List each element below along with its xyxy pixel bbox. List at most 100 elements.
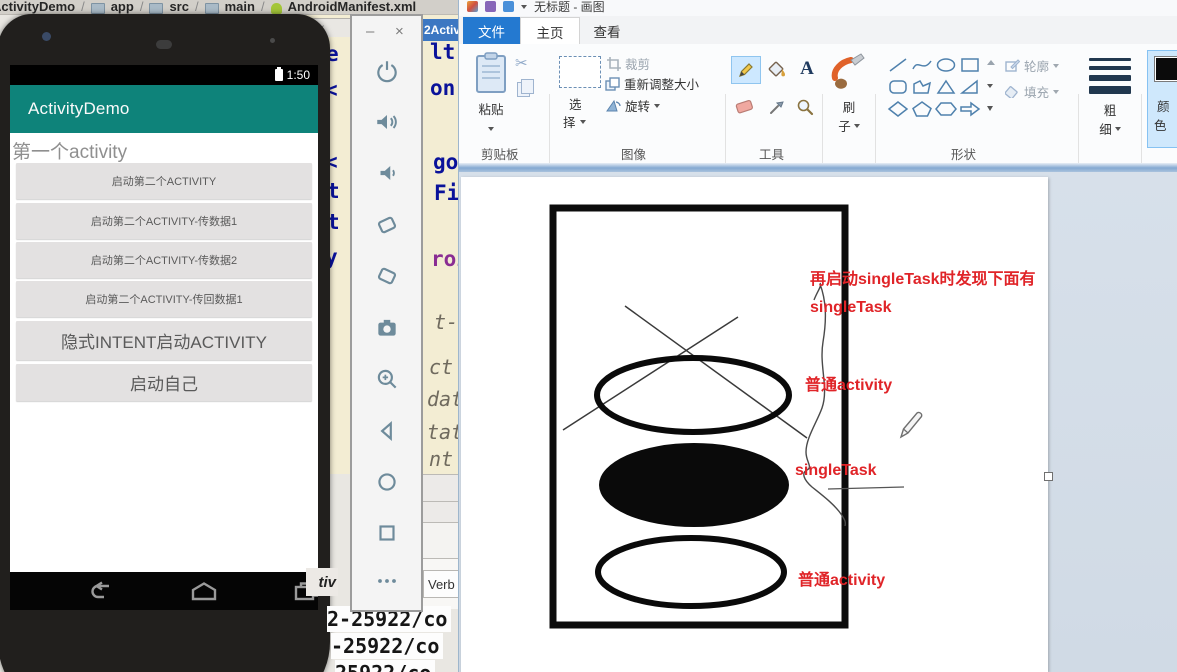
logcat-tab-fragment[interactable]: tiv <box>306 568 338 596</box>
copy-icon[interactable] <box>517 79 534 97</box>
minimize-button[interactable]: – <box>366 24 374 39</box>
rotate-button[interactable]: 旋转 <box>606 96 661 115</box>
power-icon[interactable] <box>374 58 400 84</box>
shape-ellipse-icon[interactable] <box>935 56 957 74</box>
cut-icon[interactable]: ✂ <box>515 54 528 72</box>
nav-back-icon[interactable] <box>87 581 115 601</box>
annotation-label-mid: singleTask <box>795 462 877 479</box>
home-icon[interactable] <box>374 469 400 495</box>
eraser-tool-button[interactable] <box>731 94 759 120</box>
annotation-note-line2: singleTask <box>810 299 892 316</box>
quick-access-dropdown-icon[interactable] <box>521 5 527 9</box>
zoom-icon[interactable] <box>374 366 400 392</box>
tab-label: 文件 <box>478 24 505 40</box>
shapes-more-icon[interactable] <box>987 106 993 111</box>
shape-triangle-icon[interactable] <box>935 78 957 96</box>
start-second-activity-data1-button[interactable]: 启动第二个ACTIVITY-传数据1 <box>16 203 312 239</box>
shape-diamond-icon[interactable] <box>887 100 909 118</box>
nav-home-icon[interactable] <box>190 581 218 601</box>
breadcrumb[interactable]: ActivityDemo / app / src / main / Androi… <box>0 0 458 15</box>
breadcrumb-separator: / <box>260 0 265 14</box>
folder-icon <box>90 3 105 14</box>
select-dropdown-icon[interactable] <box>580 120 586 124</box>
fill-tool-button[interactable] <box>763 56 791 82</box>
shape-line-icon[interactable] <box>887 56 909 74</box>
text-tool-label: A <box>800 58 814 79</box>
brush-icon <box>831 53 865 89</box>
crop-button[interactable]: 裁剪 <box>607 54 650 73</box>
drawn-pointer-line <box>827 486 905 490</box>
status-time: 1:50 <box>286 68 310 82</box>
implicit-intent-button[interactable]: 隐式INTENT启动ACTIVITY <box>16 321 312 360</box>
android-nav-bar <box>10 572 318 610</box>
app-action-bar: ActivityDemo <box>10 85 318 133</box>
overview-icon[interactable] <box>374 520 400 546</box>
breadcrumb-separator: / <box>194 0 199 14</box>
shape-rounded-rectangle-icon[interactable] <box>887 78 909 96</box>
breadcrumb-main[interactable]: main <box>225 0 255 14</box>
shapes-scroll-down-icon[interactable] <box>987 84 993 88</box>
shape-arrow-icon[interactable] <box>959 100 981 118</box>
color1-label-line2: 色 <box>1154 119 1167 133</box>
breadcrumb-separator: / <box>81 0 85 14</box>
shape-pentagon-icon[interactable] <box>911 100 933 118</box>
shape-right-triangle-icon[interactable] <box>959 78 981 96</box>
start-self-button[interactable]: 启动自己 <box>16 364 312 401</box>
breadcrumb-app[interactable]: app <box>111 0 134 14</box>
shape-rectangle-icon[interactable] <box>959 56 981 74</box>
color-picker-tool-button[interactable] <box>763 94 791 120</box>
phone-screen[interactable]: 1:50 ActivityDemo 第一个activity 启动第二个ACTIV… <box>10 65 318 610</box>
undo-icon[interactable] <box>503 1 514 12</box>
tab-home[interactable]: 主页 <box>520 17 580 45</box>
size-dropdown-icon[interactable] <box>1114 126 1121 131</box>
outline-button[interactable]: 轮廓 <box>1005 56 1060 75</box>
paste-button[interactable]: 粘贴 <box>469 52 513 142</box>
text-tool-button[interactable]: A <box>793 56 821 82</box>
start-second-activity-button[interactable]: 启动第二个ACTIVITY <box>16 163 312 199</box>
paint-window-title: 无标题 - 画图 <box>534 0 605 14</box>
shape-curve-icon[interactable] <box>911 56 933 74</box>
color1-label-line1: 颜 <box>1157 100 1170 114</box>
magnifier-tool-button[interactable] <box>791 94 819 120</box>
resize-button[interactable]: 重新调整大小 <box>605 74 699 93</box>
rotate-right-icon[interactable] <box>374 263 400 289</box>
filter-label-fragment: Verb <box>428 576 455 592</box>
breadcrumb-separator: / <box>139 0 144 14</box>
rotate-icon <box>606 99 621 112</box>
select-button[interactable] <box>559 56 601 88</box>
paint-title-bar[interactable]: 无标题 - 画图 <box>459 0 1177 16</box>
volume-up-icon[interactable] <box>374 109 400 135</box>
color1-button[interactable]: 颜 色 <box>1147 50 1177 148</box>
breadcrumb-manifest[interactable]: AndroidManifest.xml <box>288 0 417 14</box>
breadcrumb-src[interactable]: src <box>169 0 189 14</box>
outline-dropdown-icon[interactable] <box>1053 63 1060 68</box>
shapes-scroll-up-icon[interactable] <box>987 60 995 65</box>
tab-file[interactable]: 文件 <box>463 17 520 44</box>
brush-dropdown-icon[interactable] <box>853 123 860 128</box>
outline-icon <box>1005 59 1020 72</box>
back-icon[interactable] <box>374 418 400 444</box>
screenshot-icon[interactable] <box>374 315 400 341</box>
close-button[interactable]: × <box>395 24 404 39</box>
breadcrumb-project[interactable]: ActivityDemo <box>0 0 75 14</box>
logcat-line: 25922/co <box>335 660 436 672</box>
shape-polygon-icon[interactable] <box>911 78 933 96</box>
volume-down-icon[interactable] <box>374 160 400 186</box>
more-icon[interactable] <box>374 574 400 588</box>
rotate-left-icon[interactable] <box>374 212 400 238</box>
fill-button[interactable]: 填充 <box>1005 82 1060 101</box>
pencil-tool-button[interactable] <box>731 56 761 84</box>
tab-view[interactable]: 查看 <box>578 17 636 44</box>
paste-dropdown-icon[interactable] <box>488 127 494 131</box>
fill-dropdown-icon[interactable] <box>1053 89 1060 94</box>
size-button[interactable]: 粗 细 <box>1087 54 1133 146</box>
shape-hexagon-icon[interactable] <box>935 100 957 118</box>
start-second-activity-return-button[interactable]: 启动第二个ACTIVITY-传回数据1 <box>16 281 312 317</box>
eraser-icon <box>735 100 753 114</box>
brush-label-line2: 子 <box>838 120 851 134</box>
rotate-dropdown-icon[interactable] <box>654 103 661 108</box>
start-second-activity-data2-button[interactable]: 启动第二个ACTIVITY-传数据2 <box>16 242 312 278</box>
drawing-layer[interactable] <box>460 177 1047 672</box>
save-icon[interactable] <box>485 1 496 12</box>
brush-button[interactable]: 刷 子 <box>827 52 871 144</box>
